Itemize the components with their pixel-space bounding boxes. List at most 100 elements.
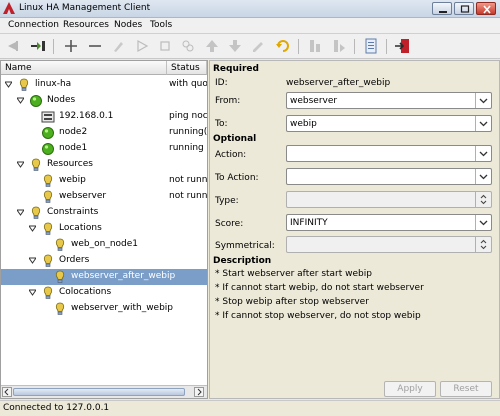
column-header-status[interactable]: Status <box>167 61 207 75</box>
tree-row[interactable]: Locations <box>1 221 207 237</box>
tree-row-status: not runni <box>169 175 207 185</box>
expander-triangle-icon[interactable] <box>17 97 24 104</box>
spinner-button[interactable] <box>475 237 491 252</box>
description-line: * If cannot stop webserver, do not stop … <box>215 311 421 321</box>
menu-resources[interactable]: Resources <box>63 20 109 30</box>
tree-row-label: 192.168.0.1 <box>59 111 114 121</box>
dropdown-button[interactable] <box>475 146 491 161</box>
score-select[interactable]: INFINITY <box>286 214 492 231</box>
tree-row[interactable]: webip not runni <box>1 173 207 189</box>
tree-row[interactable]: linux-ha with quo <box>1 77 207 93</box>
stop-icon[interactable] <box>157 38 173 54</box>
tree-row-label: web_on_node1 <box>71 239 139 249</box>
tree-row-status: ping noc <box>169 111 207 121</box>
tree-row-label: Constraints <box>47 207 99 217</box>
tree-row-status: running( <box>169 127 207 137</box>
to-select[interactable]: webip <box>286 115 492 132</box>
tree-row[interactable]: webserver not runni <box>1 189 207 205</box>
tree-row-status: not runni <box>169 191 207 201</box>
tree-row[interactable]: Nodes <box>1 93 207 109</box>
cleanup-icon[interactable] <box>111 38 127 54</box>
id-value: webserver_after_webip <box>286 78 391 88</box>
expander-triangle-icon[interactable] <box>29 257 36 264</box>
cluster-tree-panel: Name Status linux-ha with quo Nodes 192.168… <box>0 60 208 399</box>
symmetrical-select[interactable] <box>286 236 492 253</box>
toolbar-separator <box>53 39 54 54</box>
ping-node-icon <box>41 111 55 123</box>
reset-button[interactable]: Reset <box>440 381 492 397</box>
menu-nodes[interactable]: Nodes <box>114 20 142 30</box>
edit-icon[interactable] <box>250 38 266 54</box>
horizontal-scrollbar[interactable] <box>1 385 207 398</box>
remove-icon[interactable] <box>87 38 103 54</box>
tree-row-label: Nodes <box>47 95 76 105</box>
scroll-right-button[interactable] <box>194 387 204 397</box>
close-button[interactable] <box>476 2 496 15</box>
expander-triangle-icon[interactable] <box>29 289 36 296</box>
view-config-icon[interactable] <box>363 38 379 54</box>
apply-button[interactable]: Apply <box>384 381 436 397</box>
chevron-down-icon <box>479 121 488 127</box>
connect-icon[interactable] <box>30 38 46 54</box>
spinner-button[interactable] <box>475 192 491 207</box>
type-select[interactable] <box>286 191 492 208</box>
dropdown-button[interactable] <box>475 93 491 108</box>
maximize-button[interactable] <box>454 2 474 15</box>
tree-row[interactable]: Colocations <box>1 285 207 301</box>
from-select[interactable]: webserver <box>286 92 492 109</box>
dropdown-button[interactable] <box>475 215 491 230</box>
tree-row-label: webserver_with_webip <box>71 303 174 313</box>
dropdown-button[interactable] <box>475 116 491 131</box>
expander-triangle-icon[interactable] <box>29 225 36 232</box>
disconnect-icon[interactable] <box>6 38 22 54</box>
constraint-icon <box>43 254 53 267</box>
constraint-icon <box>43 286 53 299</box>
chevron-left-icon <box>4 388 9 396</box>
tree-row[interactable]: webserver_with_webip <box>1 301 207 317</box>
exit-icon[interactable] <box>394 38 410 54</box>
tree-row[interactable]: 192.168.0.1 ping noc <box>1 109 207 125</box>
refresh-icon[interactable] <box>275 38 291 54</box>
menu-tools[interactable]: Tools <box>150 20 172 30</box>
tree-row-label: node1 <box>59 143 88 153</box>
add-icon[interactable] <box>63 38 79 54</box>
scroll-left-button[interactable] <box>2 387 12 397</box>
action-label: Action: <box>215 150 247 160</box>
tree-row[interactable]: node2 running( <box>1 125 207 141</box>
tree-row[interactable]: node1 running <box>1 141 207 157</box>
column-header-name[interactable]: Name <box>1 61 167 75</box>
tree-row[interactable]: web_on_node1 <box>1 237 207 253</box>
symmetrical-label: Symmetrical: <box>215 241 275 251</box>
move-up-icon[interactable] <box>204 38 220 54</box>
action-select[interactable] <box>286 145 492 162</box>
start-icon[interactable] <box>134 38 150 54</box>
active-icon[interactable] <box>331 38 347 54</box>
toolbar-separator <box>354 39 355 54</box>
migrate-icon[interactable] <box>180 38 196 54</box>
expander-triangle-icon[interactable] <box>17 209 24 216</box>
section-optional: Optional <box>213 134 257 144</box>
constraint-icon <box>43 222 53 235</box>
title-bar: Linux HA Management Client <box>0 0 500 18</box>
to-select-value: webip <box>290 119 317 129</box>
description-line: * If cannot start webip, do not start we… <box>215 283 424 293</box>
tree-row-label: Locations <box>59 223 102 233</box>
score-label: Score: <box>215 219 244 229</box>
tree-row[interactable]: Orders <box>1 253 207 269</box>
menu-connection[interactable]: Connection <box>8 20 59 30</box>
constraint-icon <box>55 238 65 251</box>
minimize-button[interactable] <box>432 2 452 15</box>
scrollbar-thumb[interactable] <box>13 388 185 396</box>
tree-row[interactable]: Constraints <box>1 205 207 221</box>
tree-row[interactable]: Resources <box>1 157 207 173</box>
expander-triangle-icon[interactable] <box>17 161 24 168</box>
to-action-select[interactable] <box>286 168 492 185</box>
standby-icon[interactable] <box>307 38 323 54</box>
chevron-down-icon <box>479 151 488 157</box>
move-down-icon[interactable] <box>227 38 243 54</box>
expander-triangle-icon[interactable] <box>5 81 12 88</box>
cluster-icon <box>19 78 29 91</box>
from-label: From: <box>215 96 241 106</box>
dropdown-button[interactable] <box>475 169 491 184</box>
tree-row-selected[interactable]: webserver_after_webip <box>1 269 207 285</box>
